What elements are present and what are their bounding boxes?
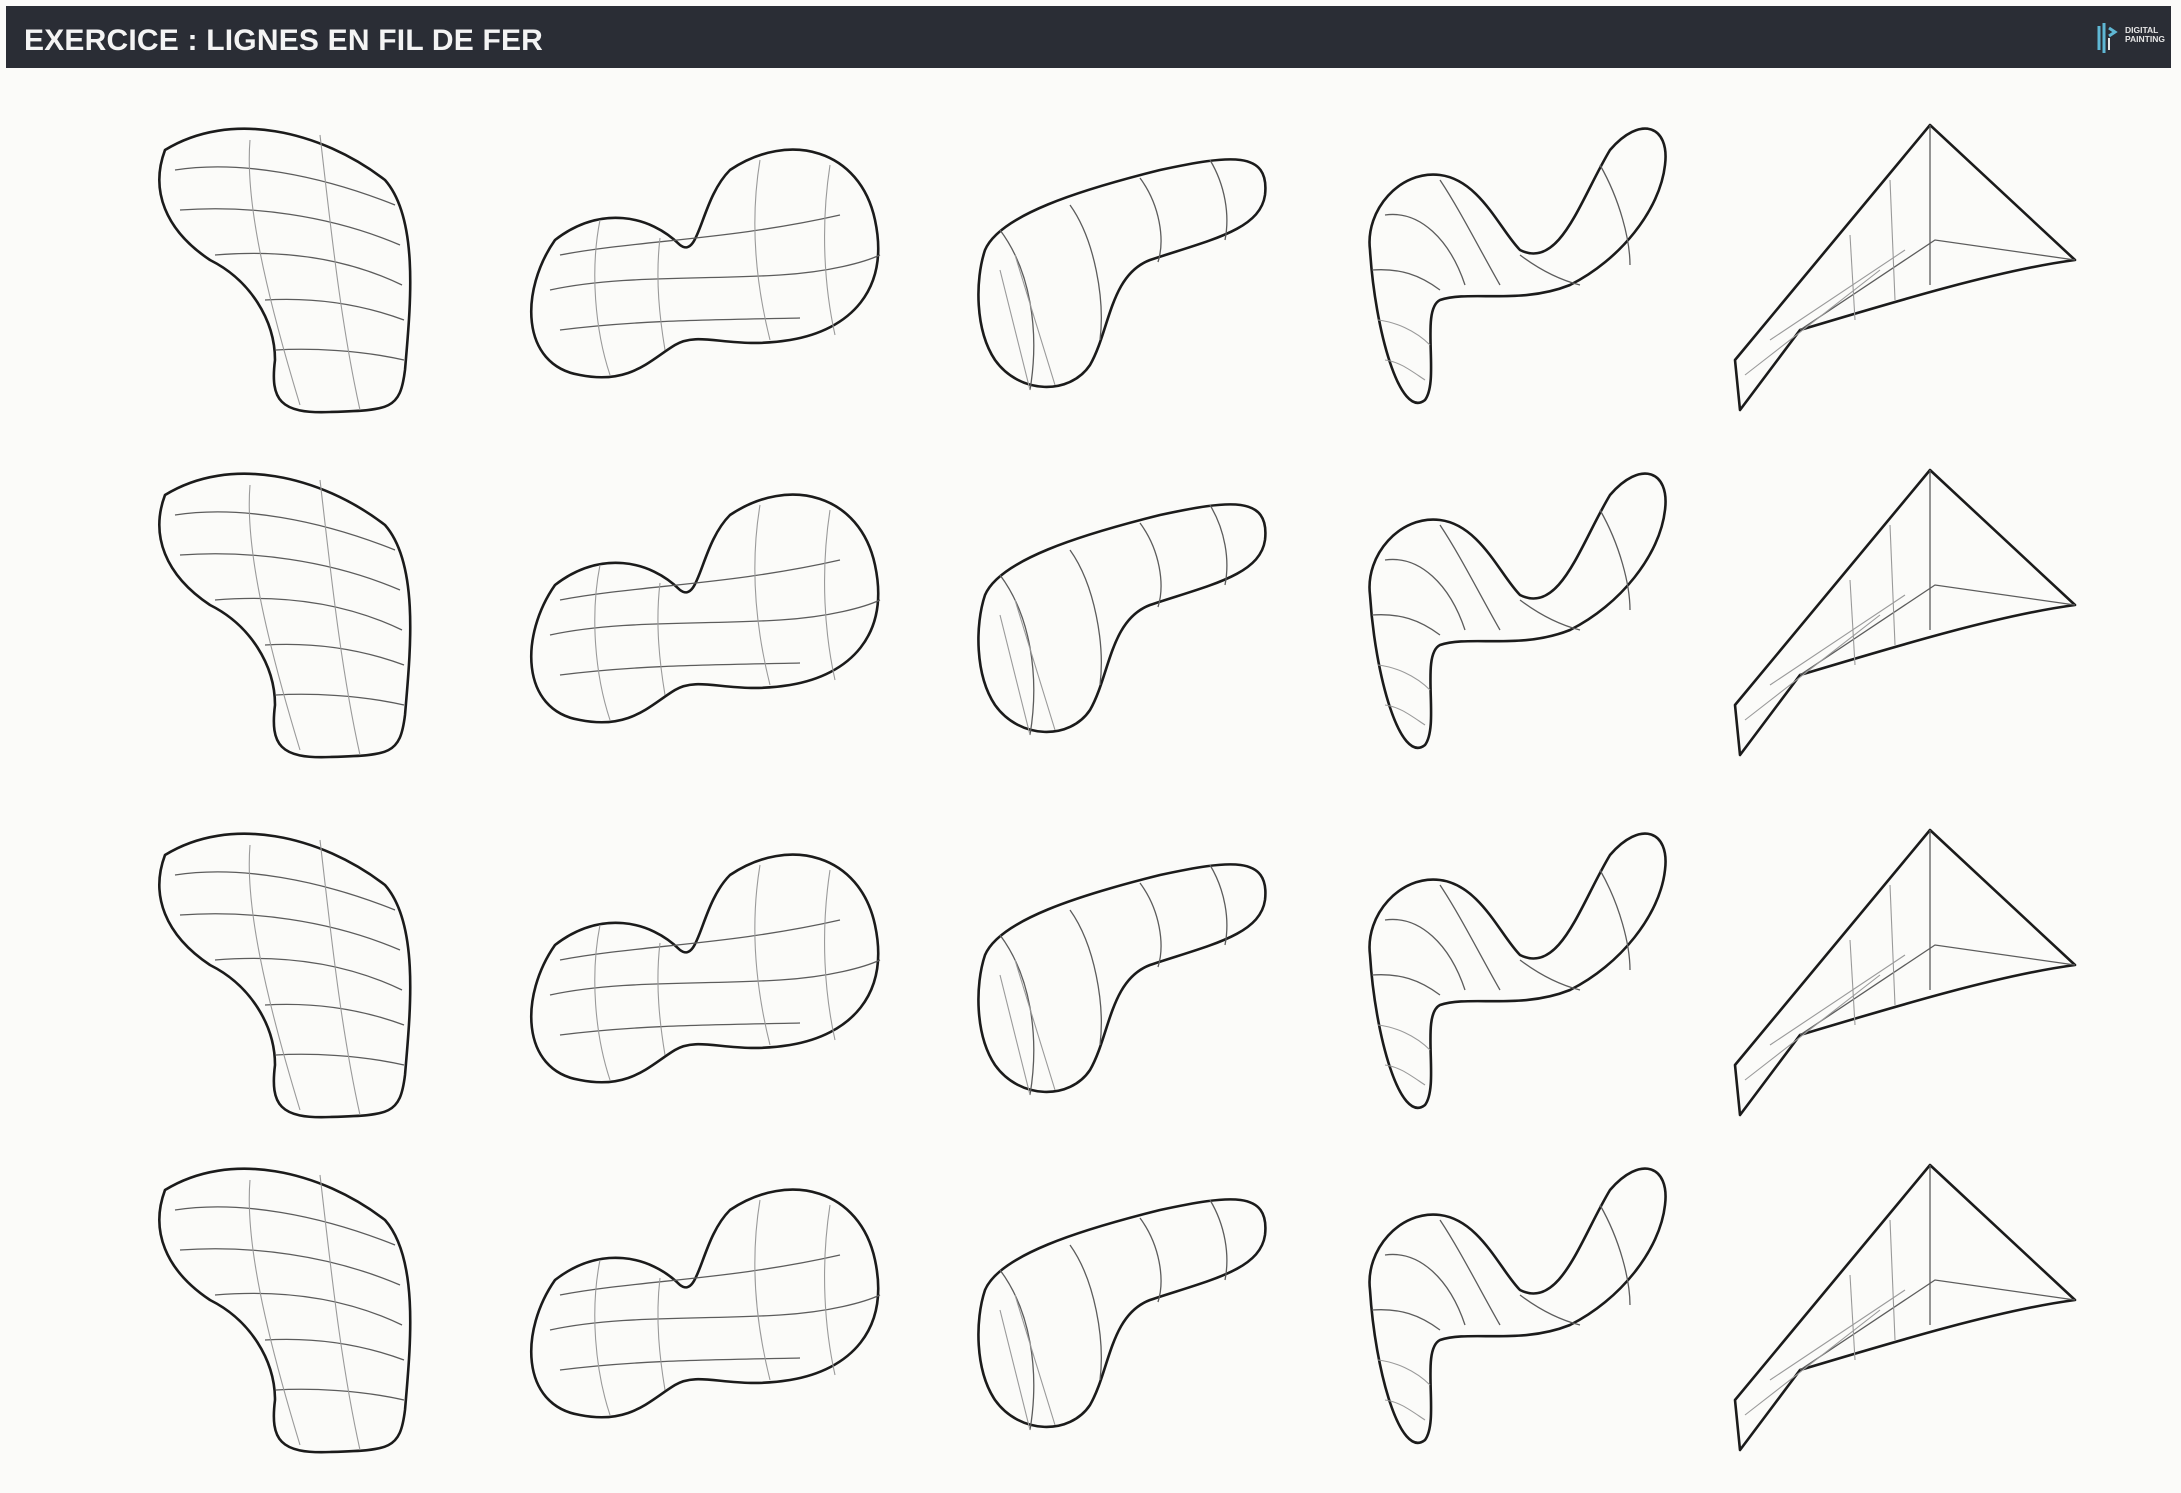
curved-blob-icon (158, 127, 412, 414)
wireframe-exercise-sheet (158, 123, 2077, 1454)
s-curve-blob-icon (1368, 472, 1667, 750)
row-2 (158, 468, 2077, 759)
capsule-blob-icon (977, 158, 1267, 392)
capsule-blob-icon (977, 863, 1267, 1097)
dumbbell-blob-icon (529, 853, 882, 1084)
capsule-blob-icon (977, 503, 1267, 737)
wedge-shape-icon (1733, 123, 2077, 412)
s-curve-blob-icon (1368, 127, 1667, 405)
row-3 (158, 828, 2077, 1119)
curved-blob-icon (158, 472, 412, 759)
wedge-shape-icon (1733, 468, 2077, 757)
dumbbell-blob-icon (529, 148, 882, 379)
wedge-shape-icon (1733, 828, 2077, 1117)
s-curve-blob-icon (1368, 832, 1667, 1110)
row-4 (158, 1163, 2077, 1454)
wedge-shape-icon (1733, 1163, 2077, 1452)
curved-blob-icon (158, 1167, 412, 1454)
capsule-blob-icon (977, 1198, 1267, 1432)
dumbbell-blob-icon (529, 493, 882, 724)
row-1 (158, 123, 2077, 414)
curved-blob-icon (158, 832, 412, 1119)
s-curve-blob-icon (1368, 1167, 1667, 1445)
dumbbell-blob-icon (529, 1188, 882, 1419)
